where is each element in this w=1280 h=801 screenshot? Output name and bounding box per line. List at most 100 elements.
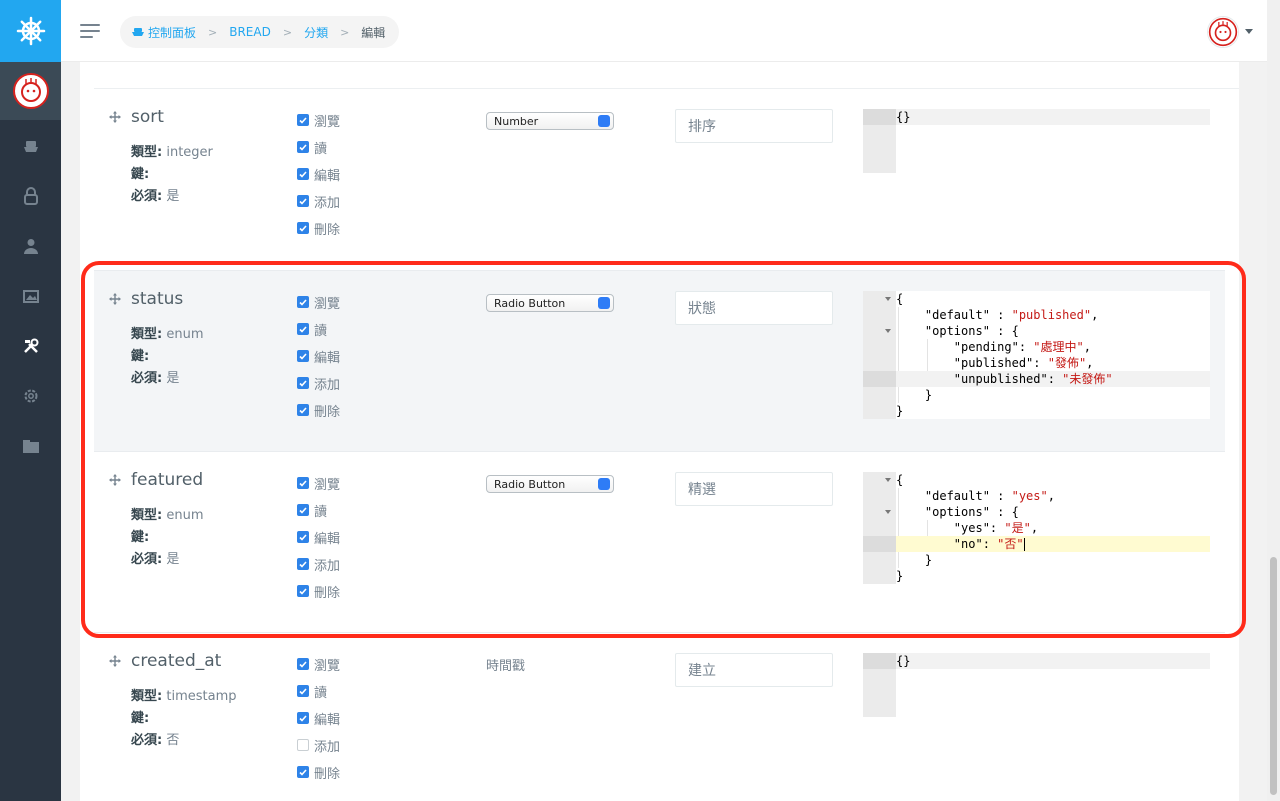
code-line: }: [896, 553, 933, 567]
field-required: 必須: 是: [131, 189, 180, 204]
sidebar-user-avatar[interactable]: [0, 62, 61, 120]
drag-move-icon[interactable]: [109, 111, 121, 123]
perm-delete[interactable]: 刪除: [297, 765, 340, 782]
breadcrumb-item-categories[interactable]: 分類: [304, 24, 328, 41]
checkbox-unchecked[interactable]: [297, 739, 309, 751]
breadcrumb: 控制面板 > BREAD > 分類 > 編輯: [120, 16, 400, 48]
required-label: 必須: [131, 733, 158, 748]
required-label: 必須: [131, 371, 158, 386]
breadcrumb-item-bread[interactable]: BREAD: [229, 25, 271, 39]
checkbox-checked[interactable]: [297, 531, 309, 543]
chevron-down-icon[interactable]: [1245, 29, 1253, 34]
perm-read[interactable]: 讀: [297, 684, 327, 701]
drag-move-icon[interactable]: [109, 293, 121, 305]
checkbox-checked[interactable]: [297, 350, 309, 362]
sidebar-item-categories[interactable]: [0, 426, 61, 466]
checkbox-checked[interactable]: [297, 404, 309, 416]
checkbox-checked[interactable]: [297, 658, 309, 670]
perm-add[interactable]: 添加: [297, 194, 340, 211]
key-label: 鍵: [131, 349, 145, 364]
checkbox-checked[interactable]: [297, 477, 309, 489]
checkbox-checked[interactable]: [297, 323, 309, 335]
perm-delete[interactable]: 刪除: [297, 403, 340, 420]
details-json-editor[interactable]: {}: [863, 653, 1210, 717]
details-json-editor[interactable]: { "default" : "published", "options" : {…: [863, 291, 1210, 419]
perm-edit[interactable]: 編輯: [297, 349, 340, 366]
display-name-input[interactable]: 狀態: [675, 291, 833, 325]
fold-arrow-icon[interactable]: [885, 510, 891, 514]
checkbox-checked[interactable]: [297, 141, 309, 153]
details-json-editor[interactable]: { "default" : "yes", "options" : { "yes"…: [863, 472, 1210, 584]
fold-arrow-icon[interactable]: [885, 297, 891, 301]
perm-add[interactable]: 添加: [297, 738, 340, 755]
perm-add[interactable]: 添加: [297, 376, 340, 393]
checkbox-checked[interactable]: [297, 377, 309, 389]
drag-move-icon[interactable]: [109, 655, 121, 667]
perm-delete[interactable]: 刪除: [297, 221, 340, 238]
field-required: 必須: 是: [131, 371, 180, 386]
perm-read[interactable]: 讀: [297, 322, 327, 339]
input-type-select[interactable]: Radio Button: [486, 294, 614, 312]
perm-add[interactable]: 添加: [297, 557, 340, 574]
image-icon: [22, 290, 39, 303]
sidebar-item-media[interactable]: [0, 276, 61, 316]
checkbox-checked[interactable]: [297, 558, 309, 570]
perm-browse[interactable]: 瀏覽: [297, 295, 340, 312]
perm-read[interactable]: 讀: [297, 140, 328, 157]
perm-delete[interactable]: 刪除: [297, 584, 340, 601]
display-name-input[interactable]: 精選: [675, 472, 833, 506]
hamburger-menu-icon[interactable]: [80, 24, 100, 40]
type-label: 類型: [131, 327, 158, 342]
checkbox-checked[interactable]: [297, 712, 309, 724]
checkbox-checked[interactable]: [297, 296, 309, 308]
brand-logo[interactable]: [0, 0, 61, 62]
display-name-input[interactable]: 建立: [675, 653, 833, 687]
perm-edit[interactable]: 編輯: [297, 167, 340, 184]
user-menu-avatar[interactable]: [1207, 16, 1239, 48]
input-type-text: 時間戳: [486, 659, 526, 674]
perm-browse[interactable]: 瀏覽: [297, 657, 340, 674]
code-line: "unpublished": "未發佈": [896, 371, 1210, 387]
sidebar-item-users[interactable]: [0, 226, 61, 266]
checkbox-checked[interactable]: [297, 766, 309, 778]
input-type-select[interactable]: Number: [486, 112, 614, 130]
select-arrows-icon: [598, 297, 610, 309]
sidebar-item-roles[interactable]: [0, 176, 61, 216]
bread-fields-panel: sort 類型: integer 鍵: 必須: 是 瀏覽 讀 編輯 添加 刪除 …: [80, 62, 1239, 801]
checkbox-checked[interactable]: [297, 685, 309, 697]
checkbox-checked[interactable]: [297, 504, 309, 516]
breadcrumb-home[interactable]: 控制面板: [132, 24, 196, 41]
checkbox-checked[interactable]: [297, 585, 309, 597]
code-line: }: [896, 404, 904, 418]
display-name-input[interactable]: 排序: [675, 109, 833, 143]
select-arrows-icon: [598, 478, 610, 490]
scrollbar-thumb[interactable]: [1270, 557, 1277, 795]
input-type-select[interactable]: Radio Button: [486, 475, 614, 493]
field-type: 類型: integer: [131, 145, 213, 160]
field-required: 必須: 是: [131, 552, 180, 567]
select-value: Number: [494, 114, 539, 128]
perm-label: 編輯: [314, 531, 341, 547]
fold-arrow-icon[interactable]: [885, 329, 891, 333]
perm-read[interactable]: 讀: [297, 503, 327, 520]
avatar: [1208, 17, 1238, 47]
checkbox-checked[interactable]: [297, 168, 309, 180]
perm-browse[interactable]: 瀏覽: [297, 476, 340, 493]
editor-gutter-active: [863, 371, 896, 387]
sidebar-item-tools[interactable]: [0, 326, 61, 366]
perm-edit[interactable]: 編輯: [297, 530, 341, 547]
details-json-editor[interactable]: {}: [863, 109, 1210, 173]
required-value: 是: [166, 189, 180, 204]
checkbox-checked[interactable]: [297, 195, 309, 207]
sidebar-item-settings[interactable]: [0, 376, 61, 416]
fold-arrow-icon[interactable]: [885, 478, 891, 482]
perm-browse[interactable]: 瀏覽: [297, 113, 340, 130]
sidebar-item-dashboard[interactable]: [0, 126, 61, 166]
ship-wheel-icon: [16, 16, 45, 46]
checkbox-checked[interactable]: [297, 114, 309, 126]
checkbox-checked[interactable]: [297, 222, 309, 234]
drag-move-icon[interactable]: [109, 474, 121, 486]
perm-label: 讀: [314, 141, 328, 157]
perm-edit[interactable]: 編輯: [297, 711, 340, 728]
breadcrumb-separator: >: [340, 25, 350, 39]
